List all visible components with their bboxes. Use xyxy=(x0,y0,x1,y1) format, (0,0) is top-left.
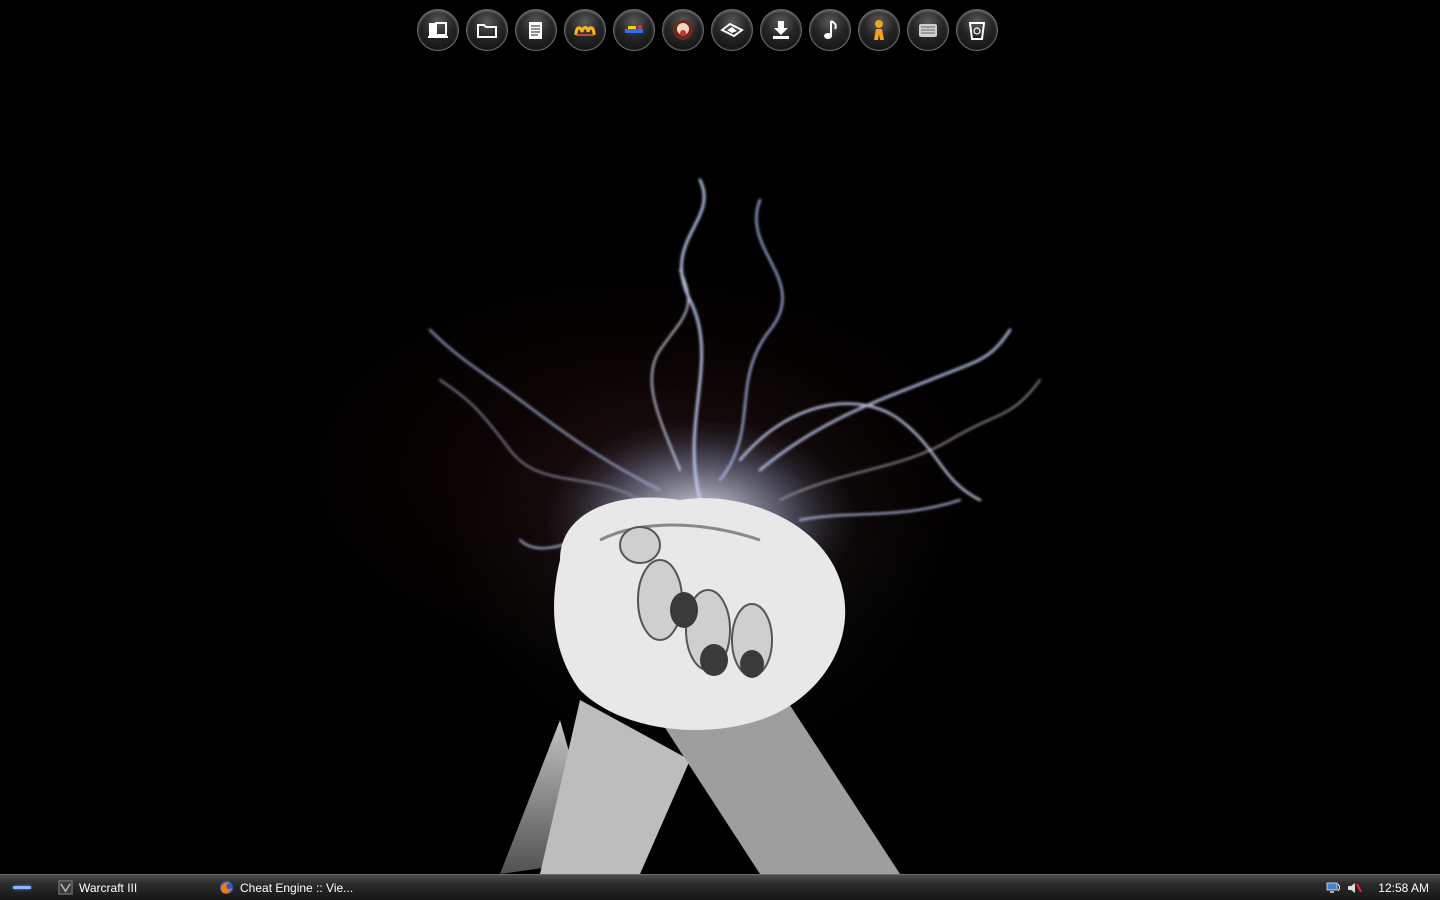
documents-icon[interactable] xyxy=(515,9,557,51)
network-icon[interactable] xyxy=(1326,881,1342,895)
taskbar-item-cheat-engine[interactable]: Cheat Engine :: Vie... xyxy=(219,878,369,897)
messenger-icon[interactable] xyxy=(564,9,606,51)
toolkit-icon[interactable] xyxy=(613,9,655,51)
library-icon[interactable] xyxy=(417,9,459,51)
clock[interactable]: 12:58 AM xyxy=(1378,881,1429,895)
desktop-wallpaper xyxy=(0,0,1440,874)
firefox-icon xyxy=(219,880,234,895)
start-bar-icon xyxy=(13,886,31,889)
taskbar-item-label: Warcraft III xyxy=(79,880,138,895)
chat-icon[interactable] xyxy=(858,9,900,51)
system-tray: 12:58 AM xyxy=(1326,875,1440,900)
taskbar-item-label: Cheat Engine :: Vie... xyxy=(240,880,354,895)
taskbar-item-warcraft[interactable]: Warcraft III xyxy=(58,878,208,897)
start-button[interactable] xyxy=(8,880,36,895)
photos-icon[interactable] xyxy=(711,9,753,51)
taskbar: Warcraft III Cheat Engine :: Vie... 12:5… xyxy=(0,874,1440,900)
recycle-bin-icon[interactable] xyxy=(956,9,998,51)
warcraft-icon xyxy=(58,880,73,895)
folder-icon[interactable] xyxy=(466,9,508,51)
game-icon[interactable] xyxy=(662,9,704,51)
dock xyxy=(417,9,998,53)
notes-icon[interactable] xyxy=(907,9,949,51)
downloads-icon[interactable] xyxy=(760,9,802,51)
music-icon[interactable] xyxy=(809,9,851,51)
volume-muted-icon[interactable] xyxy=(1346,881,1363,895)
smoke-hands-artwork xyxy=(428,178,1041,874)
